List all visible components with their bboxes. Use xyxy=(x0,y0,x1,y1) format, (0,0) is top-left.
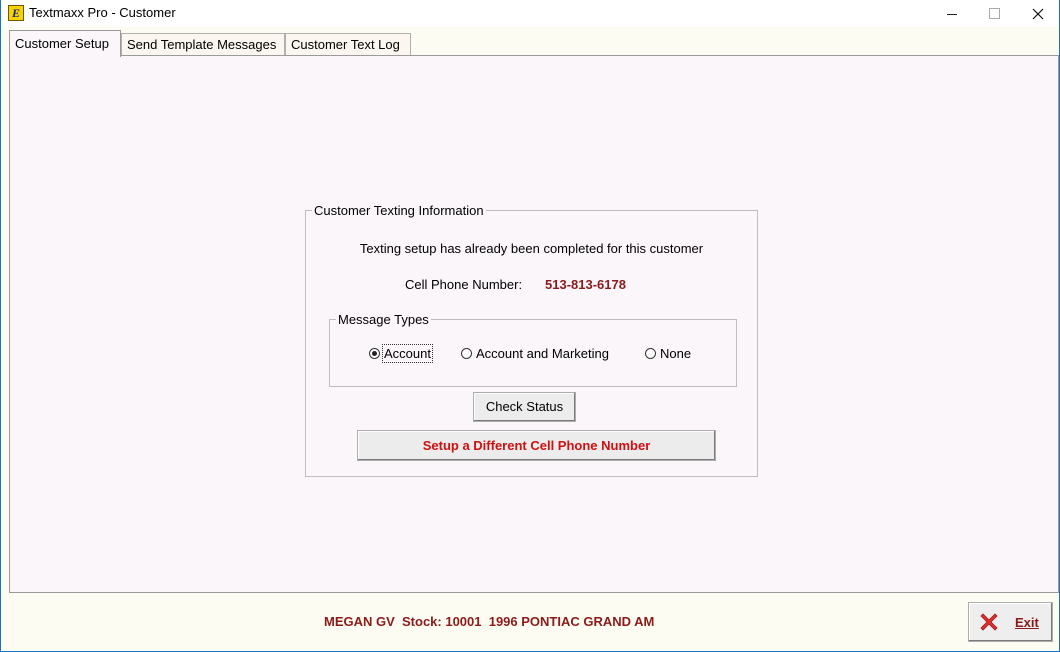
radio-unchecked-icon xyxy=(461,348,472,359)
title-bar[interactable]: E Textmaxx Pro - Customer xyxy=(1,0,1059,27)
close-icon xyxy=(1032,8,1044,19)
setup-complete-text: Texting setup has already been completed… xyxy=(359,241,704,256)
exit-label: Exit xyxy=(1015,614,1039,630)
maximize-button[interactable] xyxy=(971,0,1017,27)
app-window: E Textmaxx Pro - Customer Customer Setup… xyxy=(0,0,1060,652)
check-status-button[interactable]: Check Status xyxy=(473,392,576,422)
window-title: Textmaxx Pro - Customer xyxy=(29,5,176,20)
customer-texting-info-group: Customer Texting Information Texting set… xyxy=(305,203,758,477)
setup-different-number-button[interactable]: Setup a Different Cell Phone Number xyxy=(357,430,716,461)
tab-customer-setup[interactable]: Customer Setup xyxy=(9,30,121,57)
app-logo-icon: E xyxy=(8,5,24,21)
radio-checked-icon xyxy=(369,348,380,359)
customer-status-line: MEGAN GV Stock: 10001 1996 PONTIAC GRAND… xyxy=(324,614,655,629)
radio-none[interactable]: None xyxy=(645,346,691,361)
group-legend: Customer Texting Information xyxy=(312,203,486,218)
maximize-icon xyxy=(988,8,1000,19)
message-types-group: Message Types Account Account and Market… xyxy=(329,312,737,387)
red-x-icon xyxy=(980,613,998,631)
radio-account-label: Account xyxy=(382,344,433,363)
radio-account[interactable]: Account xyxy=(369,344,433,363)
exit-button[interactable]: Exit xyxy=(968,602,1053,642)
close-button[interactable] xyxy=(1015,0,1060,27)
tab-send-template-messages[interactable]: Send Template Messages xyxy=(121,33,285,55)
phone-label: Cell Phone Number: xyxy=(405,277,523,292)
radio-account-and-marketing-label: Account and Marketing xyxy=(476,346,609,361)
radio-unchecked-icon xyxy=(645,348,656,359)
phone-value: 513-813-6178 xyxy=(545,277,626,292)
message-types-legend: Message Types xyxy=(336,312,431,327)
tab-customer-text-log[interactable]: Customer Text Log xyxy=(285,33,411,55)
radio-none-label: None xyxy=(660,346,692,361)
radio-account-and-marketing[interactable]: Account and Marketing xyxy=(461,346,609,361)
minimize-button[interactable] xyxy=(929,0,975,27)
minimize-icon xyxy=(947,14,957,15)
